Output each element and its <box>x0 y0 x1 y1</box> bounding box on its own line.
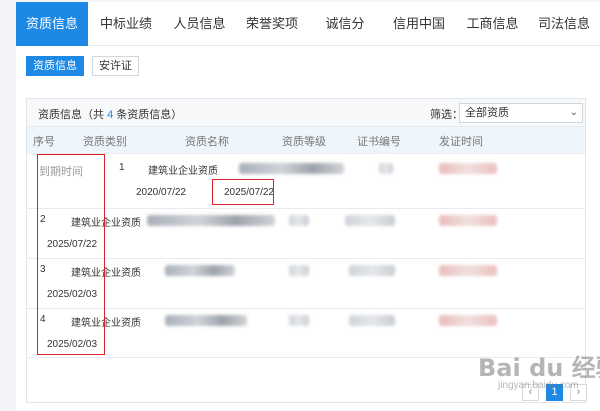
highlight-box <box>212 179 274 205</box>
row-index: 1 <box>119 162 125 173</box>
tab-personnel[interactable]: 人员信息 <box>164 2 235 46</box>
tab-honors[interactable]: 荣誉奖项 <box>235 2 309 46</box>
redacted-text <box>165 265 235 276</box>
th-index: 序号 <box>33 136 55 148</box>
redacted-text <box>239 163 344 174</box>
th-issue-date: 发证时间 <box>439 136 483 148</box>
th-level: 资质等级 <box>282 136 326 148</box>
redacted-text <box>147 215 275 226</box>
redacted-text <box>289 265 309 276</box>
redacted-text <box>439 315 497 326</box>
tab-qualification[interactable]: 资质信息 <box>16 2 88 46</box>
baidu-watermark-url: jingyan.baidu.com <box>498 380 579 391</box>
chevron-down-icon: ⌄ <box>569 107 578 118</box>
filter-select[interactable]: 全部资质 ⌄ <box>459 103 583 123</box>
redacted-text <box>349 315 395 326</box>
divider <box>27 308 585 309</box>
tab-credit-china[interactable]: 信用中国 <box>381 2 457 46</box>
row-issue-date: 2020/07/22 <box>136 187 187 198</box>
th-name: 资质名称 <box>185 136 229 148</box>
subtab-safety-license[interactable]: 安许证 <box>92 56 139 76</box>
redacted-text <box>289 215 309 226</box>
tab-bid-performance[interactable]: 中标业绩 <box>88 2 164 46</box>
baidu-watermark-logo: Bai du 经验 <box>478 354 600 382</box>
th-category: 资质类别 <box>83 136 127 148</box>
panel-title: 资质信息（共 4 条资质信息） <box>38 106 182 122</box>
subtab-qualification[interactable]: 资质信息 <box>26 56 84 76</box>
divider <box>27 208 585 209</box>
redacted-text <box>439 265 497 276</box>
redacted-text <box>289 315 309 326</box>
panel-title-prefix: 资质信息（共 <box>38 109 108 121</box>
filter-select-value: 全部资质 <box>465 107 509 119</box>
redacted-text <box>165 315 247 326</box>
main-tab-bar: 资质信息 中标业绩 人员信息 荣誉奖项 诚信分 信用中国 工商信息 司法信息 <box>16 2 600 46</box>
highlight-box <box>37 154 105 355</box>
th-cert-no: 证书编号 <box>357 136 401 148</box>
tab-credit-score[interactable]: 诚信分 <box>309 2 381 46</box>
redacted-text <box>439 215 497 226</box>
redacted-text <box>349 265 395 276</box>
tab-business-info[interactable]: 工商信息 <box>457 2 528 46</box>
panel-header: 资质信息（共 4 条资质信息） 筛选： 全部资质 ⌄ <box>27 99 585 127</box>
table-header: 序号 资质类别 资质名称 资质等级 证书编号 发证时间 <box>27 127 585 153</box>
row-category: 建筑业企业资质 <box>148 166 218 177</box>
redacted-text <box>379 163 393 174</box>
divider <box>27 258 585 259</box>
divider <box>27 153 585 154</box>
panel-title-suffix: 条资质信息） <box>113 109 183 121</box>
sub-tab-bar: 资质信息 安许证 <box>26 56 139 76</box>
redacted-text <box>439 163 497 174</box>
tab-judicial-info[interactable]: 司法信息 <box>528 2 600 46</box>
redacted-text <box>345 215 395 226</box>
